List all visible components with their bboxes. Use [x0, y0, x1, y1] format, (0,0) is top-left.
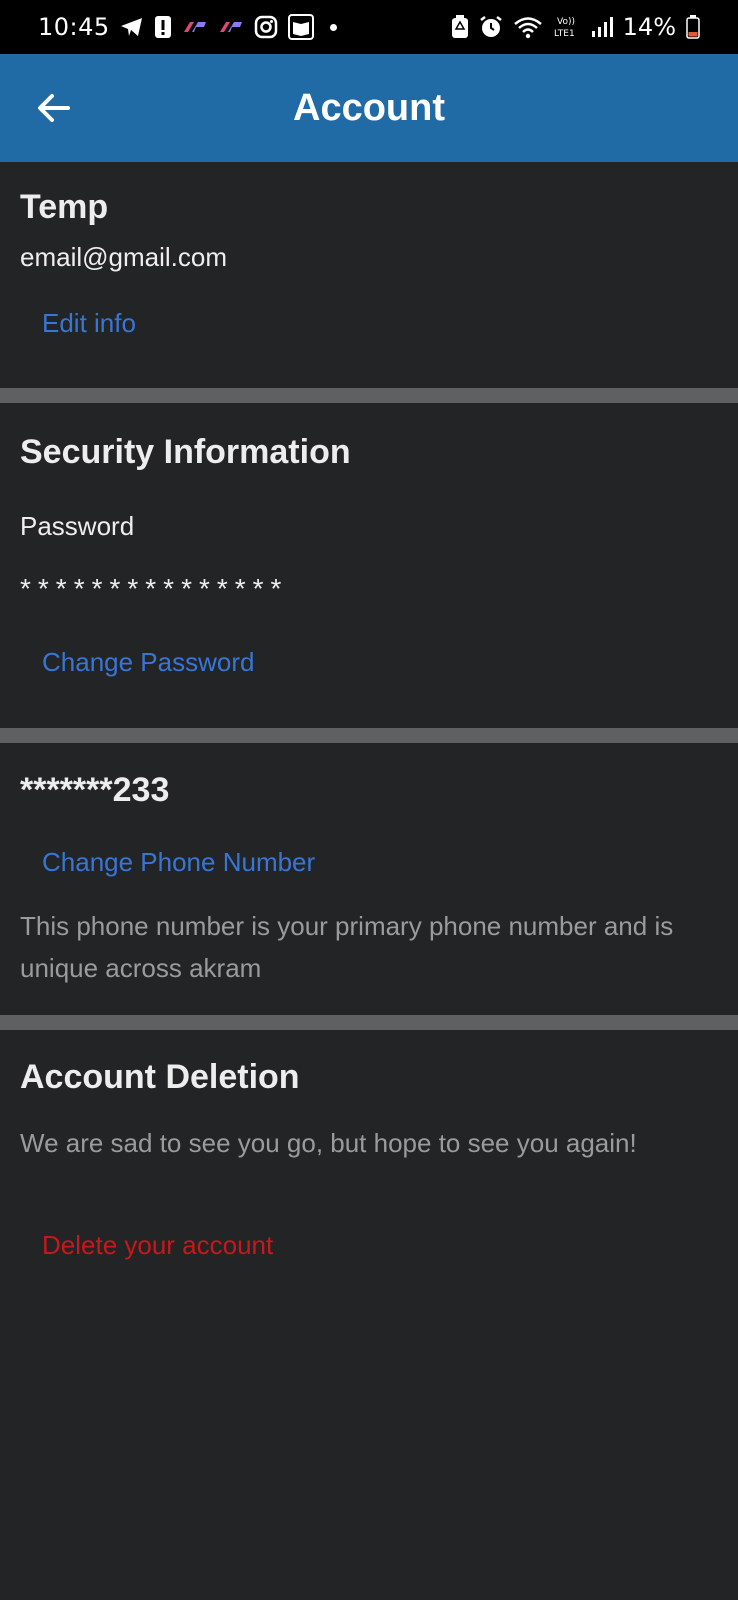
profile-name: Temp	[20, 188, 109, 226]
password-mask: ***************	[20, 573, 289, 604]
deletion-section: Account Deletion We are sad to see you g…	[0, 1030, 738, 1590]
svg-text:LTE1: LTE1	[554, 29, 575, 39]
page-title: Account	[293, 86, 445, 129]
more-notifications-icon	[329, 23, 337, 31]
security-heading: Security Information	[20, 433, 351, 471]
battery-icon	[686, 15, 700, 39]
app-icon	[182, 20, 208, 34]
deletion-heading: Account Deletion	[20, 1058, 300, 1096]
battery-percentage: 14%	[622, 13, 676, 41]
wifi-icon	[513, 15, 543, 39]
battery-saver-icon	[451, 15, 469, 39]
delete-account-button[interactable]: Delete your account	[42, 1230, 273, 1261]
security-section: Security Information Password **********…	[0, 403, 738, 728]
status-bar-right: Vo)) LTE1 14%	[451, 13, 700, 41]
status-bar: 10:45 Vo)) LTE1 14%	[0, 0, 738, 54]
phone-note: This phone number is your primary phone …	[20, 911, 674, 983]
svg-text:Vo)): Vo))	[557, 17, 575, 27]
back-button[interactable]	[34, 88, 74, 128]
volte-icon: Vo)) LTE1	[553, 14, 581, 40]
edit-info-button[interactable]: Edit info	[42, 308, 136, 339]
deletion-message: We are sad to see you go, but hope to se…	[20, 1128, 637, 1158]
section-divider	[0, 728, 738, 743]
section-divider	[0, 388, 738, 403]
profile-email: email@gmail.com	[20, 242, 227, 272]
alarm-icon	[479, 15, 503, 39]
app-bar: Account	[0, 54, 738, 162]
status-bar-left: 10:45	[38, 13, 337, 41]
section-divider	[0, 1015, 738, 1030]
password-label: Password	[20, 511, 135, 541]
alert-icon	[154, 15, 172, 39]
signal-icon	[591, 16, 613, 38]
profile-section: Temp email@gmail.com Edit info	[0, 162, 738, 388]
instagram-icon	[254, 15, 278, 39]
app-icon	[218, 20, 244, 34]
arrow-back-icon	[38, 94, 70, 122]
phone-section: *******233 Change Phone Number This phon…	[0, 743, 738, 1015]
change-phone-button[interactable]: Change Phone Number	[42, 847, 315, 878]
book-icon	[287, 14, 314, 40]
phone-number: *******233	[20, 771, 170, 809]
status-time: 10:45	[38, 13, 110, 41]
change-password-button[interactable]: Change Password	[42, 647, 254, 678]
telegram-icon	[120, 16, 144, 38]
